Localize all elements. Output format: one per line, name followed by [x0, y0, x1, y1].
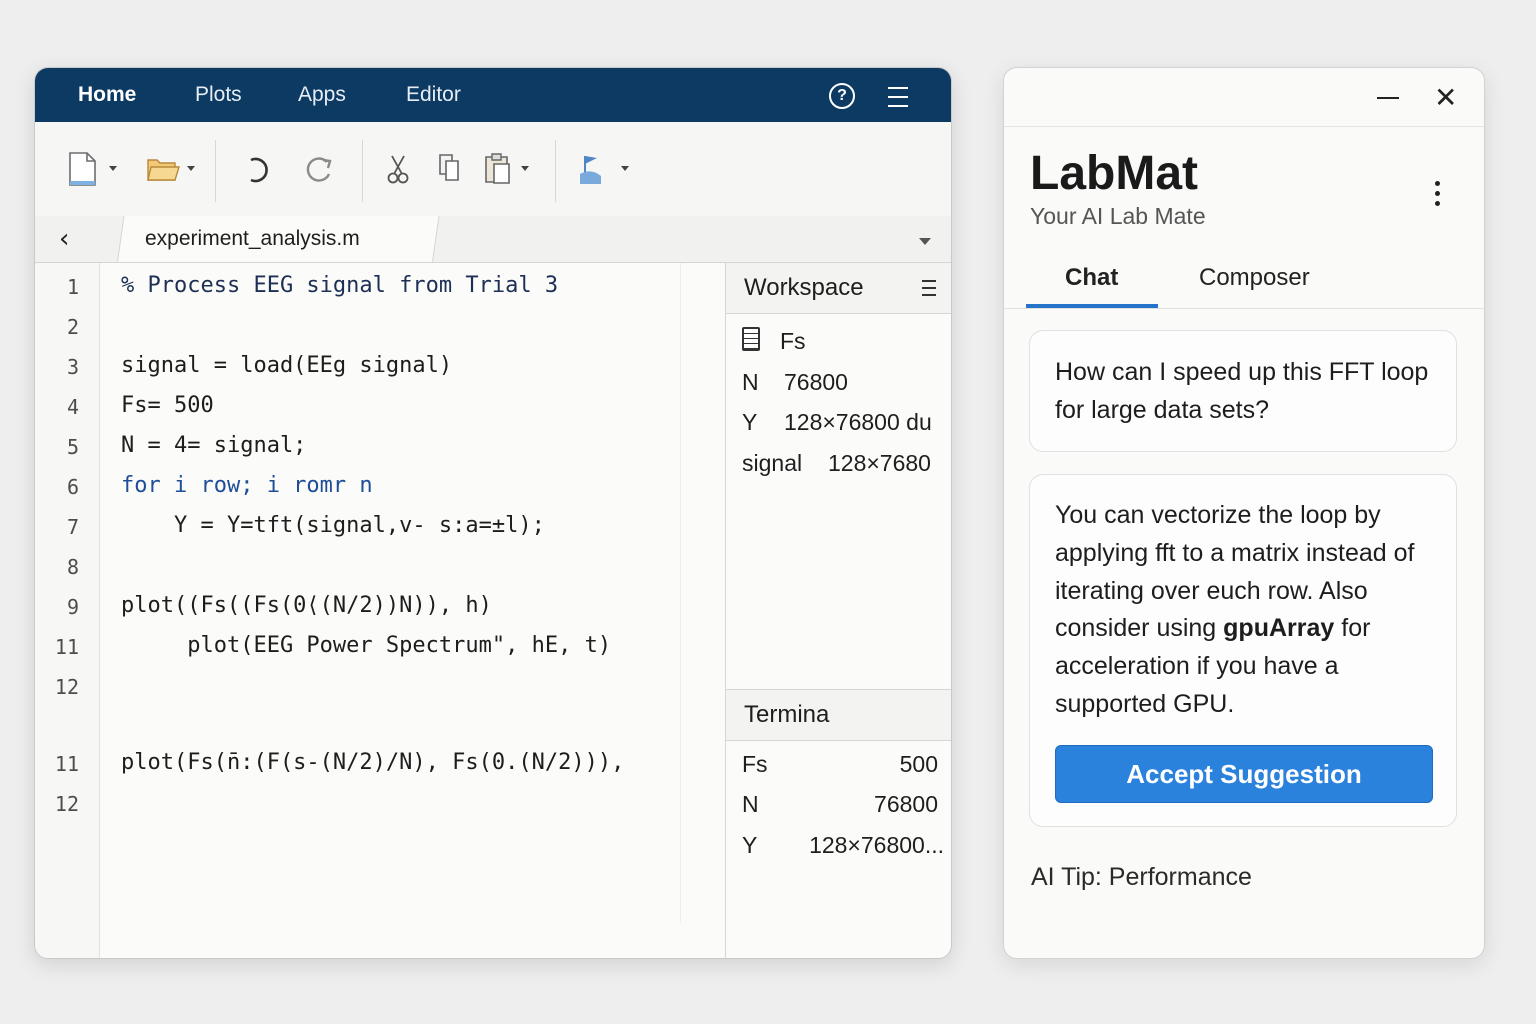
assistant-message-text: You can vectorize the loop by applying f… [1055, 501, 1415, 718]
line-number-gutter: 1 2 3 4 5 6 7 8 9 11 12 11 12 [35, 263, 100, 958]
line-number: 4 [66, 395, 79, 419]
help-icon[interactable]: ? [829, 83, 855, 109]
line-number: 3 [66, 355, 79, 379]
terminal-var-value: 500 [899, 751, 938, 777]
hamburger-icon[interactable] [888, 87, 908, 114]
workspace-var-value: 76800 [784, 369, 848, 395]
user-message: How can I speed up this FFT loop for lar… [1029, 330, 1457, 452]
assistant-message: You can vectorize the loop by applying f… [1029, 474, 1457, 827]
workspace-row[interactable]: N 76800 [742, 369, 848, 396]
menu-home[interactable]: Home [78, 83, 136, 107]
toolbar [35, 122, 951, 217]
line-number: 12 [54, 675, 79, 699]
code-line[interactable]: N = 4= signal; [121, 433, 306, 458]
terminal-var-name: Y [742, 832, 758, 858]
side-panels: Workspace Fs N 76800 Y 128×76800 du sign… [725, 263, 951, 958]
line-number: 11 [54, 752, 79, 776]
run-icon[interactable] [577, 152, 631, 186]
workspace-var-value: 128×7680 [828, 450, 931, 476]
line-number: 2 [66, 315, 79, 339]
menu-bar: Home Plots Apps Editor ? [35, 68, 951, 122]
code-line[interactable]: signal = load(EEg signal) [121, 353, 452, 378]
close-icon[interactable]: ✕ [1434, 84, 1457, 112]
assistant-tagline: Your AI Lab Mate [1030, 203, 1206, 229]
line-number: 6 [66, 475, 79, 499]
workspace-title: Workspace [744, 274, 864, 301]
document-icon [742, 327, 760, 351]
menu-plots[interactable]: Plots [195, 83, 242, 107]
workspace-row[interactable]: Fs [742, 327, 806, 355]
workspace-row[interactable]: Y 128×76800 du [742, 409, 932, 436]
terminal-var-name: N [742, 791, 759, 817]
more-options-icon[interactable] [1435, 181, 1440, 211]
copy-icon[interactable] [437, 152, 463, 186]
open-folder-icon[interactable] [147, 152, 201, 186]
code-line[interactable]: Y = Y=tft(signal,v- s:a=±l); [121, 513, 545, 538]
code-line[interactable]: Fs= 500 [121, 393, 214, 418]
menu-apps[interactable]: Apps [298, 83, 346, 107]
code-line[interactable]: plot(EEG Power Spectrum", hE, t) [121, 633, 611, 658]
tab-composer[interactable]: Composer [1199, 264, 1310, 292]
code-line[interactable]: % Process EEG signal from Trial 3 [121, 273, 558, 298]
ai-tip: AI Tip: Performance [1031, 863, 1252, 891]
workspace-header: Workspace [726, 263, 951, 314]
menu-editor[interactable]: Editor [406, 83, 461, 107]
minimize-icon[interactable] [1377, 97, 1399, 99]
active-tab-indicator [1026, 304, 1158, 308]
paste-icon[interactable] [483, 152, 535, 186]
assistant-titlebar: ✕ [1004, 68, 1484, 127]
assistant-brand: LabMat [1030, 147, 1198, 200]
accept-suggestion-button[interactable]: Accept Suggestion [1055, 745, 1433, 803]
code-line[interactable]: plot(Fs(n̄:(F(s-(N/2)/N), Fs(0.(N/2))), [121, 750, 624, 775]
terminal-var-value: 76800 [874, 791, 938, 817]
code-line[interactable]: for i row; i romr n [121, 473, 373, 498]
line-number: 11 [54, 635, 79, 659]
new-file-icon[interactable] [67, 152, 121, 186]
workspace-var-name: signal [742, 450, 803, 476]
line-number: 12 [54, 792, 79, 816]
tab-chat[interactable]: Chat [1065, 264, 1118, 292]
terminal-row: Fs 500 [742, 751, 951, 778]
workspace-var-name: N [742, 369, 759, 395]
code-editor[interactable]: % Process EEG signal from Trial 3 signal… [100, 263, 725, 958]
terminal-row: Y 128×76800... [742, 832, 951, 859]
redo-icon[interactable] [305, 152, 335, 186]
workspace-var-name: Fs [780, 328, 806, 354]
terminal-header: Termina [726, 689, 951, 741]
terminal-title: Termina [744, 701, 830, 728]
assistant-tabs: Chat Composer [1004, 254, 1484, 309]
line-number: 5 [66, 435, 79, 459]
workspace-menu-icon[interactable] [922, 280, 936, 301]
assistant-panel: ✕ LabMat Your AI Lab Mate Chat Composer … [1003, 67, 1485, 959]
workspace-var-value: 128×76800 du [784, 409, 932, 435]
terminal-row: N 76800 [742, 791, 951, 818]
line-number: 8 [66, 555, 79, 579]
line-number: 7 [66, 515, 79, 539]
terminal-var-name: Fs [742, 751, 768, 777]
line-number: 1 [66, 275, 79, 299]
cut-icon[interactable] [385, 152, 411, 186]
chevron-left-icon[interactable]: ‹ [59, 226, 69, 252]
code-line[interactable]: plot((Fs((Fs(0⟨(N/2))N)), h) [121, 593, 492, 618]
undo-icon[interactable] [243, 152, 273, 186]
right-margin-guide [680, 263, 681, 923]
line-number: 9 [66, 595, 79, 619]
chevron-down-icon[interactable] [919, 238, 931, 245]
terminal-var-value: 128×76800... [809, 832, 944, 858]
user-message-text: How can I speed up this FFT loop for lar… [1055, 358, 1429, 424]
workspace-var-name: Y [742, 409, 758, 435]
editor-window: Home Plots Apps Editor ? ‹ experiment_an… [34, 67, 952, 959]
workspace-row[interactable]: signal 128×7680 [742, 450, 931, 477]
file-tab-label[interactable]: experiment_analysis.m [145, 227, 360, 251]
file-tab-bar: ‹ experiment_analysis.m [35, 216, 951, 263]
